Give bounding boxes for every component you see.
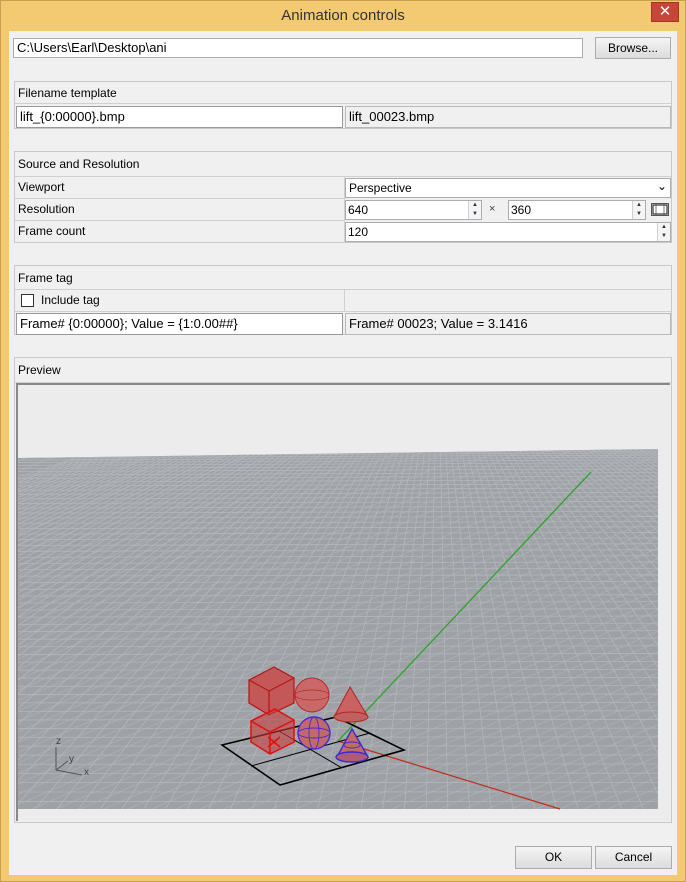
filename-template-group: Filename template lift_{0:00000}.bmp lif… xyxy=(14,81,672,129)
window-title: Animation controls xyxy=(281,7,405,24)
frame-tag-header: Frame tag xyxy=(15,266,671,290)
output-folder-field[interactable]: C:\Users\Earl\Desktop\ani xyxy=(13,38,583,58)
animation-controls-window: Animation controls ✕ C:\Users\Earl\Deskt… xyxy=(0,0,686,882)
source-resolution-header: Source and Resolution xyxy=(15,152,671,177)
preview-header: Preview xyxy=(15,358,671,383)
close-icon: ✕ xyxy=(658,3,672,20)
filename-template-header: Filename template xyxy=(15,82,671,104)
include-tag-spacer xyxy=(345,290,671,312)
chevron-down-icon: ⌄ xyxy=(656,179,667,193)
dialog-client-area: C:\Users\Earl\Desktop\ani Browse... File… xyxy=(9,31,677,875)
preview-render xyxy=(18,449,658,810)
frame-count-value: 120 xyxy=(348,225,369,239)
height-spin-buttons[interactable]: ▲ ▼ xyxy=(632,201,645,219)
selected-sphere-object xyxy=(297,716,331,750)
include-tag-checkbox[interactable] xyxy=(21,294,34,307)
axis-z-label: z xyxy=(56,736,61,747)
ok-button[interactable]: OK xyxy=(515,846,592,869)
viewport-select[interactable]: Perspective ⌄ xyxy=(345,178,671,198)
resolution-height-value: 360 xyxy=(511,203,532,217)
axis-x-label: x xyxy=(84,767,89,778)
frame-tag-preview-value: Frame# 00023; Value = 3.1416 xyxy=(345,313,671,335)
viewport-selected-value: Perspective xyxy=(349,181,412,195)
viewport-size-icon[interactable] xyxy=(651,202,669,217)
preview-group: Preview z y x xyxy=(14,357,672,823)
filename-preview-value: lift_00023.bmp xyxy=(345,106,671,128)
spin-down-icon[interactable]: ▼ xyxy=(469,210,481,219)
resolution-width-stepper[interactable]: 640 ▲ ▼ xyxy=(345,200,482,220)
include-tag-row[interactable]: Include tag xyxy=(15,290,345,312)
spin-up-icon[interactable]: ▲ xyxy=(658,223,670,232)
frame-tag-group: Frame tag Include tag Frame# {0:00000}; … xyxy=(14,265,672,335)
spin-up-icon[interactable]: ▲ xyxy=(633,201,645,210)
width-spin-buttons[interactable]: ▲ ▼ xyxy=(468,201,481,219)
resolution-label: Resolution xyxy=(15,199,345,221)
browse-button[interactable]: Browse... xyxy=(595,37,671,59)
preview-viewport[interactable]: z y x xyxy=(16,383,670,821)
cancel-button[interactable]: Cancel xyxy=(595,846,672,869)
frame-count-stepper[interactable]: 120 ▲ ▼ xyxy=(345,222,671,242)
spin-down-icon[interactable]: ▼ xyxy=(658,232,670,241)
resolution-width-value: 640 xyxy=(348,203,369,217)
source-resolution-group: Source and Resolution Viewport Perspecti… xyxy=(14,151,672,243)
spin-down-icon[interactable]: ▼ xyxy=(633,210,645,219)
frame-tag-format-input[interactable]: Frame# {0:00000}; Value = {1:0.00##} xyxy=(16,313,343,335)
viewport-label: Viewport xyxy=(15,177,345,199)
resolution-height-stepper[interactable]: 360 ▲ ▼ xyxy=(508,200,646,220)
axis-y-label: y xyxy=(69,754,74,765)
close-button[interactable]: ✕ xyxy=(651,2,679,22)
filename-template-input[interactable]: lift_{0:00000}.bmp xyxy=(16,106,343,128)
spin-up-icon[interactable]: ▲ xyxy=(469,201,481,210)
include-tag-label: Include tag xyxy=(41,293,100,307)
sphere-object xyxy=(294,677,330,713)
times-sign: × xyxy=(489,203,496,215)
frame-count-label: Frame count xyxy=(15,221,345,243)
frame-count-spin-buttons[interactable]: ▲ ▼ xyxy=(657,223,670,241)
